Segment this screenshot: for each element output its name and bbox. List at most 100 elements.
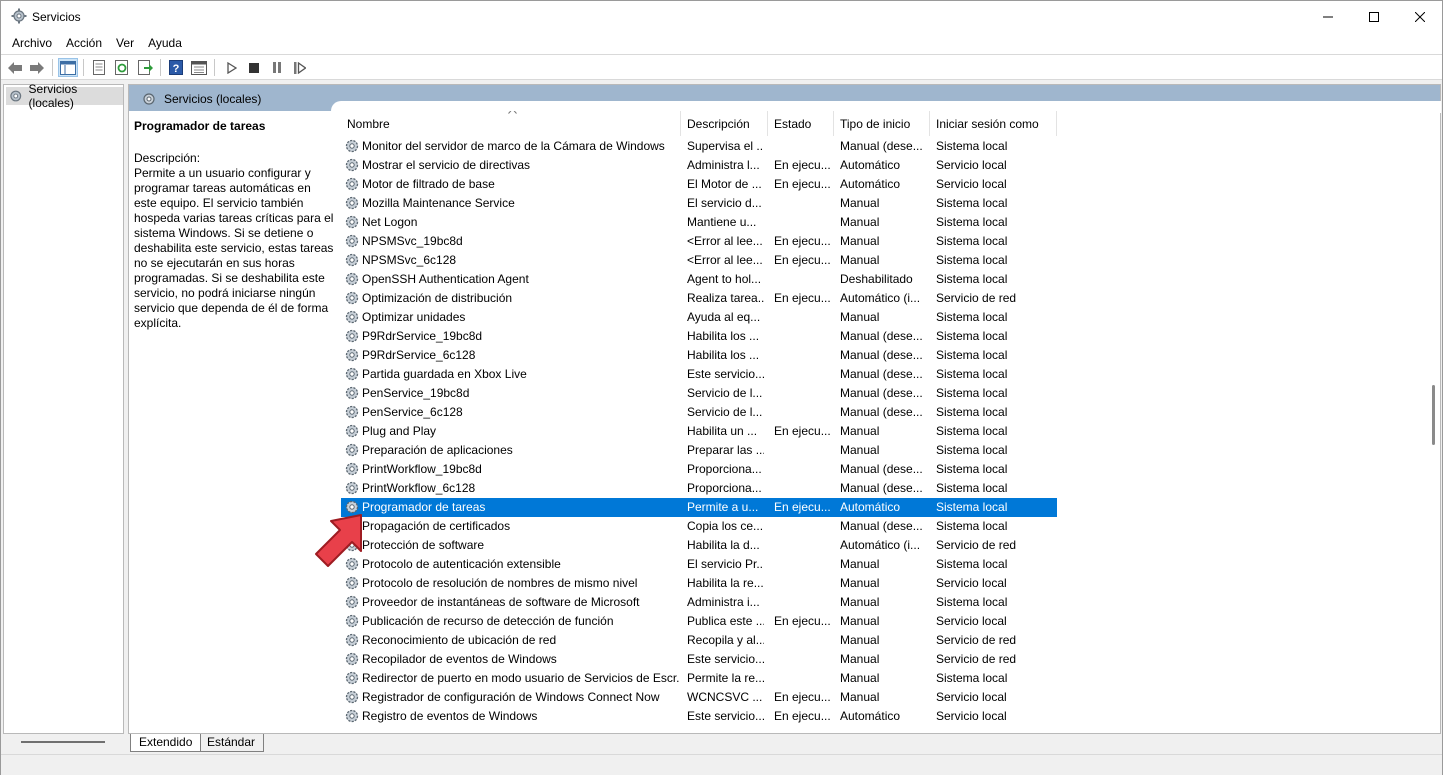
table-row[interactable]: Partida guardada en Xbox Live Este servic… [341,365,1057,384]
service-startup-type: Manual [840,671,880,685]
table-row[interactable]: NPSMSvc_19bc8d <Error al lee... En ejecu..… [341,232,1057,251]
service-startup-type: Manual [840,310,880,324]
table-row[interactable]: Publicación de recurso de detección de f… [341,612,1057,631]
scrollbar-thumb[interactable] [1432,385,1435,445]
forward-button[interactable] [27,58,47,77]
table-row[interactable]: Reconocimiento de ubicación de red Recopi… [341,631,1057,650]
tree-item-services-local[interactable]: Servicios (locales) [6,82,123,110]
menu-ver[interactable]: Ver [109,32,141,54]
table-row[interactable]: Protocolo de resolución de nombres de mi… [341,574,1057,593]
table-row[interactable]: Mostrar el servicio de directivas Adminis… [341,156,1057,175]
table-row[interactable]: PrintWorkflow_6c128 Proporciona... Manual … [341,479,1057,498]
title-bar: Servicios [1,1,1442,32]
menu-bar: Archivo Acción Ver Ayuda [1,32,1442,54]
table-row[interactable]: OpenSSH Authentication Agent Agent to hol… [341,270,1057,289]
service-description: Servicio de l... [687,405,763,419]
pause-service-button[interactable] [267,58,287,77]
service-startup-type: Manual (dese... [840,329,923,343]
menu-ayuda[interactable]: Ayuda [141,32,189,54]
column-header-status[interactable]: Estado [768,111,834,136]
tab-extendido[interactable]: Extendido [130,734,202,752]
services-gear-icon [10,90,22,102]
stop-service-button[interactable] [244,58,264,77]
maximize-button[interactable] [1351,1,1397,32]
table-row[interactable]: P9RdrService_6c128 Habilita los ... Manual… [341,346,1057,365]
table-row[interactable]: P9RdrService_19bc8d Habilita los ... Manua… [341,327,1057,346]
resume-service-button[interactable] [290,58,310,77]
table-row[interactable]: Registro de eventos de Windows Este servi… [341,707,1057,726]
service-status [774,384,833,403]
toolbar: ? [1,54,1442,80]
table-row[interactable]: Redirector de puerto en modo usuario de … [341,669,1057,688]
service-log-on-as: Sistema local [936,234,1008,248]
service-description: Habilita la re... [687,576,764,590]
service-name: PrintWorkflow_6c128 [362,481,476,495]
service-name: PrintWorkflow_19bc8d [362,462,482,476]
service-description: Supervisa el ... [687,139,764,153]
forward-arrow-icon [30,61,44,74]
service-gear-icon [345,310,359,324]
service-gear-icon [345,443,359,457]
table-row[interactable]: Motor de filtrado de base El Motor de ...… [341,175,1057,194]
extended-view-button[interactable] [189,58,209,77]
service-gear-icon [345,177,359,191]
splitter-handle[interactable] [21,741,105,743]
service-description: Permite la re... [687,671,764,685]
table-row[interactable]: Optimizar unidades Ayuda al eq... Manual Si… [341,308,1057,327]
table-row[interactable]: Mozilla Maintenance Service El servicio d… [341,194,1057,213]
service-log-on-as: Sistema local [936,462,1008,476]
service-log-on-as: Sistema local [936,253,1008,267]
service-gear-icon [345,234,359,248]
properties-button[interactable] [89,58,109,77]
column-header-name[interactable]: Nombre [341,111,681,136]
selected-service-title: Programador de tareas [134,119,266,133]
table-row[interactable]: PenService_6c128 Servicio de l... Manual (… [341,403,1057,422]
column-header-startup-type[interactable]: Tipo de inicio [834,111,930,136]
table-row[interactable]: Programador de tareas Permite a u... En ej… [341,498,1057,517]
close-button[interactable] [1397,1,1443,32]
table-row[interactable]: Protocolo de autenticación extensible El … [341,555,1057,574]
service-gear-icon [345,272,359,286]
menu-archivo[interactable]: Archivo [5,32,59,54]
start-service-button[interactable] [222,58,242,77]
table-row[interactable]: NPSMSvc_6c128 <Error al lee... En ejecu...… [341,251,1057,270]
service-gear-icon [345,671,359,685]
service-description: El servicio Pr... [687,557,764,571]
service-startup-type: Manual (dese... [840,481,923,495]
table-row[interactable]: Recopilador de eventos de Windows Este se… [341,650,1057,669]
vertical-scrollbar[interactable] [1428,111,1440,731]
tab-estandar[interactable]: Estándar [199,734,265,752]
menu-accion[interactable]: Acción [59,32,109,54]
service-name: Protocolo de autenticación extensible [362,557,561,571]
column-header-log-on-as[interactable]: Iniciar sesión como [930,111,1057,136]
service-gear-icon [345,709,359,723]
service-gear-icon [345,386,359,400]
export-list-button[interactable] [135,58,155,77]
minimize-button[interactable] [1305,1,1351,32]
service-description: Habilita un ... [687,424,758,438]
details-pane: Servicios (locales) Programador de tarea… [128,84,1441,734]
service-name: Recopilador de eventos de Windows [362,652,557,666]
toolbar-separator [214,59,215,76]
table-row[interactable]: Propagación de certificados Copia los ce.… [341,517,1057,536]
service-startup-type: Manual [840,576,880,590]
extended-view-icon [191,60,207,75]
service-log-on-as: Sistema local [936,424,1008,438]
service-description: Copia los ce... [687,519,764,533]
table-row[interactable]: Proveedor de instantáneas de software de… [341,593,1057,612]
table-row[interactable]: Protección de software Habilita la d... Au… [341,536,1057,555]
table-row[interactable]: Plug and Play Habilita un ... En ejecu... M… [341,422,1057,441]
table-row[interactable]: Optimización de distribución Realiza tare… [341,289,1057,308]
table-row[interactable]: Preparación de aplicaciones Preparar las … [341,441,1057,460]
table-row[interactable]: PrintWorkflow_19bc8d Proporciona... Manual… [341,460,1057,479]
help-button[interactable]: ? [166,58,186,77]
table-row[interactable]: Monitor del servidor de marco de la Cáma… [341,137,1057,156]
show-console-tree-button[interactable] [58,58,78,77]
table-row[interactable]: PenService_19bc8d Servicio de l... Manual … [341,384,1057,403]
table-row[interactable]: Registrador de configuración de Windows … [341,688,1057,707]
back-button[interactable] [5,58,25,77]
refresh-button[interactable] [112,58,132,77]
table-row[interactable]: Net Logon Mantiene u... Manual Sistema loca… [341,213,1057,232]
column-header-description[interactable]: Descripción [681,111,768,136]
service-gear-icon [345,139,359,153]
